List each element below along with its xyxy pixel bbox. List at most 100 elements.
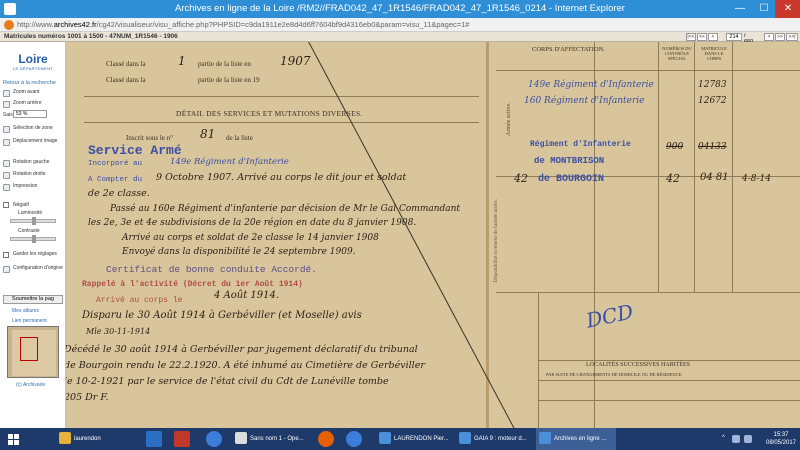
selection-tool[interactable]: Sélection de zone [3, 125, 65, 138]
regiment-1-number: 12783 [698, 80, 727, 90]
viewer-sidebar: Loire LE DÉPARTEMENT Retour à la recherc… [0, 42, 66, 428]
url-host: archives42.fr [53, 20, 97, 29]
corps-header: CORPS D'AFFECTATION. [532, 46, 605, 53]
disparu-line: Disparu le 30 Août 1914 à Gerbéviller (e… [82, 310, 362, 321]
back-to-search-link[interactable]: Retour à la recherche [3, 80, 56, 86]
divider [84, 96, 479, 97]
rotate-left-icon [3, 160, 10, 167]
start-button[interactable] [0, 428, 28, 450]
zoom-out-label: Zoom arrière [13, 100, 42, 106]
class-line1-year: 1907 [280, 54, 311, 68]
brightness-knob[interactable] [32, 217, 36, 225]
taskbar-openoffice[interactable]: Sans nom 1 - Ope... [232, 428, 312, 450]
address-bar[interactable]: http://www.archives42.fr/cg42/visualiseu… [0, 18, 800, 32]
thumbnail-viewport[interactable] [20, 337, 38, 361]
rappele-stamp: Rappelé à l'activité (Décret du 1er Août… [82, 280, 303, 289]
copyright-link[interactable]: (c) Archivaire [16, 382, 45, 388]
minimize-button[interactable]: — [727, 0, 753, 18]
incorpore-regiment: 149e Régiment d'Infanterie [170, 157, 289, 167]
service-stamp: Service Armé [88, 143, 182, 158]
next-page-button[interactable]: > [764, 33, 774, 41]
firefox-icon[interactable] [318, 431, 334, 447]
taskbar-ie-laurendon[interactable]: LAURENDON Pier... [376, 428, 456, 450]
decede-line-4: 205 Dr F. [66, 392, 109, 403]
clock-time[interactable]: 15:37 [764, 432, 798, 438]
page-thumbnail[interactable] [7, 326, 59, 378]
url-prefix: http://www. [17, 20, 54, 29]
keep-settings-label: Garder les réglages [13, 251, 57, 257]
next-ten-button[interactable]: >> [775, 33, 785, 41]
brightness-slider[interactable] [10, 217, 56, 225]
localites-subheader: PAR SUITE DE CHANGEMENTS DE DOMICILE OU … [546, 372, 683, 377]
tray-expand-icon[interactable]: ^ [722, 435, 725, 441]
network-icon[interactable] [732, 435, 740, 443]
url-rest: /cg42/visualiseur/visu_affiche.php?PHPSI… [96, 20, 470, 29]
divider [538, 400, 800, 401]
maximize-button[interactable]: ☐ [751, 0, 777, 18]
taskbar-label: Sans nom 1 - Ope... [250, 436, 304, 442]
matricule-header: MATRICULE DANS LE CORPS [701, 46, 727, 61]
config-tool[interactable]: Configuration d'origine [3, 265, 65, 280]
favicon-icon [4, 20, 14, 30]
hand-icon [3, 139, 10, 146]
rotate-right-label: Rotation droite [13, 171, 46, 177]
document-title: Matricules numéros 1001 à 1500 - 47NUM_1… [4, 33, 178, 40]
permalink-link[interactable]: Lien permanent [12, 318, 47, 324]
page-number-input[interactable]: 214 [726, 33, 742, 41]
first-page-button[interactable]: |<< [686, 33, 696, 41]
column-rule [538, 292, 539, 428]
ie-icon [539, 432, 551, 444]
my-albums-link[interactable]: Mes albums [12, 308, 39, 314]
pinned-app-icon[interactable] [174, 431, 190, 447]
disparu-line-2: Mle 30-11-1914 [86, 327, 151, 336]
print-label: Impression [13, 183, 38, 189]
document-icon [235, 432, 247, 444]
zoom-select[interactable]: 53 % [13, 110, 47, 118]
taskbar-explorer[interactable]: laurendon [56, 428, 136, 450]
url-text[interactable]: http://www.archives42.fr/cg42/visualiseu… [17, 20, 469, 29]
volume-icon[interactable] [744, 435, 752, 443]
pinned-app-icon[interactable] [146, 431, 162, 447]
contrast-knob[interactable] [32, 235, 36, 243]
incorpore-stamp: Incorporé au [88, 160, 143, 168]
armee-active-label: Armée active. [506, 102, 512, 136]
disponibilite-label: Disponibilité et réserve de l'armée acti… [494, 199, 499, 282]
prev-page-button[interactable]: < [708, 33, 718, 41]
clock-date[interactable]: 08/05/2017 [764, 440, 798, 446]
bourgoin-date: 4-8-14 [742, 174, 771, 184]
taskbar-ie-gaia[interactable]: GAIA 9 : moteur d... [456, 428, 536, 450]
move-tool[interactable]: Déplacement image [3, 138, 65, 151]
contrast-slider[interactable] [10, 235, 56, 243]
selection-icon [3, 126, 10, 133]
close-button[interactable]: ✕ [775, 0, 800, 18]
class-line2-label2: partie de la liste en 19 [198, 76, 260, 84]
document-image[interactable]: Classé dans la 1 partie de la liste en 1… [66, 42, 800, 428]
negative-checkbox[interactable] [3, 202, 9, 208]
arrive-stamp: Arrivé au corps le [96, 296, 183, 305]
taskbar-ie-archives[interactable]: Archives en ligne ... [536, 428, 616, 450]
printer-icon [3, 184, 10, 191]
loire-logo: Loire LE DÉPARTEMENT [6, 52, 60, 74]
decede-line-3: le 10-2-1921 par le service de l'état ci… [66, 376, 389, 387]
inscrit-number: 81 [200, 127, 216, 141]
system-tray: ^ 15:37 08/05/2017 [720, 428, 800, 450]
move-label: Déplacement image [13, 138, 58, 144]
divider [496, 292, 800, 293]
last-page-button[interactable]: >>| [786, 33, 798, 41]
bourgoin-prefix: 42 [514, 172, 528, 185]
hp-icon[interactable] [206, 431, 222, 447]
hand-line-5: Arrivé au corps et soldat de 2e classe l… [122, 233, 379, 243]
viewer-toolbar: Matricules numéros 1001 à 1500 - 47NUM_1… [0, 32, 800, 45]
hand-line-4: les 2e, 3e et 4e subdivisions de la 20e … [88, 218, 417, 228]
submit-page-button[interactable]: Soumettre la pag [3, 295, 63, 304]
decede-line-2: de Bourgoin rendu le 22.2.1920. A été in… [66, 360, 425, 371]
column-rule [732, 42, 733, 292]
regiment-2-number: 12672 [698, 96, 727, 106]
taskbar-label: LAURENDON Pier... [394, 436, 449, 442]
prev-ten-button[interactable]: << [697, 33, 707, 41]
rotate-right-icon [3, 172, 10, 179]
ie-icon[interactable] [346, 431, 362, 447]
keep-settings-checkbox[interactable] [3, 252, 9, 258]
section-title: DÉTAIL DES SERVICES ET MUTATIONS DIVERSE… [176, 109, 363, 118]
dcd-ink-mark: DCD [584, 299, 636, 333]
